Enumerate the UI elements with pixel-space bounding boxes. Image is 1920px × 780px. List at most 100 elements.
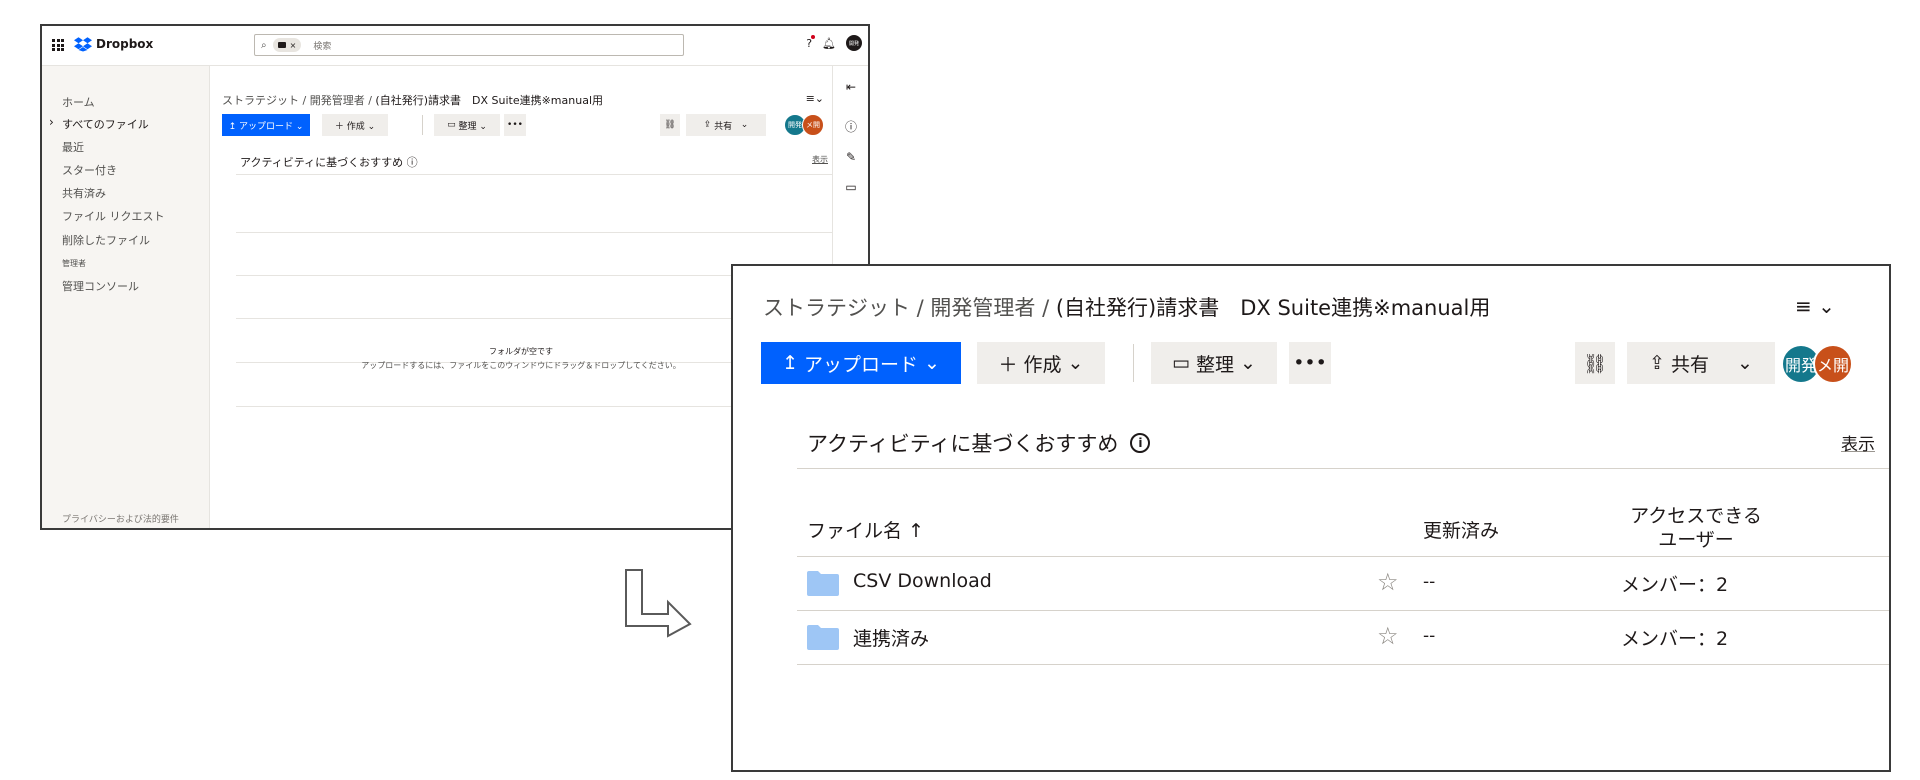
divider	[236, 174, 832, 175]
sidebar-item-starred[interactable]: スター付き	[62, 162, 117, 178]
share-button[interactable]: ⇪ 共有 ⌄	[1627, 342, 1775, 384]
plus-icon: ＋	[998, 353, 1018, 376]
search-input[interactable]: ⌕ × 検索	[254, 34, 684, 56]
upload-button[interactable]: ↥ アップロード ⌄	[761, 342, 961, 384]
breadcrumb-current: (自社発行)請求書 DX Suite連携※manual用	[375, 94, 603, 107]
chevron-down-icon: ⌄	[924, 352, 940, 374]
table-row[interactable]: 連携済み ☆ -- メンバー：2	[797, 612, 1889, 664]
recommendations-title: アクティビティに基づくおすすめ i	[807, 428, 1151, 458]
member-avatars[interactable]: 開発 メ開	[784, 114, 824, 136]
table-row[interactable]: CSV Download ☆ -- メンバー：2	[797, 558, 1889, 610]
breadcrumb-current: (自社発行)請求書 DX Suite連携※manual用	[1055, 296, 1491, 320]
copy-link-icon[interactable]: ⛓︎	[1575, 342, 1615, 384]
create-button[interactable]: ＋ 作成 ⌄	[977, 342, 1105, 384]
info-icon[interactable]: ⓘ	[407, 156, 418, 169]
column-header-name[interactable]: ファイル名 ↑	[807, 516, 924, 543]
column-header-modified[interactable]: 更新済み	[1423, 516, 1499, 543]
sidebar: ホーム すべてのファイル 最近 スター付き 共有済み ファイル リクエスト 削除…	[42, 66, 210, 528]
chip-close-icon[interactable]: ×	[290, 41, 297, 50]
chevron-down-icon: ⌄	[1240, 352, 1256, 374]
recommendations-show-link[interactable]: 表示	[1841, 430, 1875, 455]
more-button[interactable]: •••	[504, 114, 526, 136]
sidebar-section-admin: 管理者	[62, 259, 86, 268]
app-grid-icon[interactable]	[52, 39, 64, 51]
breadcrumb-parents[interactable]: ストラテジット / 開発管理者 /	[222, 94, 375, 107]
upload-icon: ↥	[782, 352, 798, 374]
sidebar-item-all-files[interactable]: すべてのファイル	[49, 115, 149, 132]
create-button[interactable]: ＋ 作成 ⌄	[322, 114, 388, 136]
info-icon[interactable]: i	[1130, 433, 1151, 453]
file-name[interactable]: 連携済み	[853, 624, 929, 651]
chevron-down-icon: ⌄	[1067, 352, 1084, 374]
upload-button[interactable]: ↥ アップロード ⌄	[222, 114, 310, 136]
column-header-access[interactable]: アクセスできる ユーザー	[1621, 504, 1771, 552]
pin-icon[interactable]: ✎	[833, 150, 868, 164]
collapse-panel-icon[interactable]: ⇤	[833, 80, 868, 94]
sidebar-item-shared[interactable]: 共有済み	[62, 185, 106, 201]
share-icon: ⇪	[1649, 352, 1665, 374]
search-icon: ⌕	[261, 39, 267, 51]
star-icon[interactable]: ☆	[1377, 568, 1399, 596]
sidebar-item-home[interactable]: ホーム	[62, 94, 95, 110]
share-label: 共有	[1670, 353, 1709, 376]
divider	[797, 468, 1889, 469]
column-header-access-line1: アクセスできる	[1630, 505, 1762, 527]
search-placeholder: 検索	[313, 41, 332, 52]
privacy-link[interactable]: プライバシーおよび法的要件	[62, 514, 192, 526]
share-button[interactable]: ⇪ 共有 ⌄	[686, 114, 766, 136]
folder-outline-icon: ▭	[447, 120, 459, 130]
dropbox-logo[interactable]: Dropbox	[74, 36, 153, 52]
top-right-icons: ? 🔔︎ 開発	[806, 34, 862, 51]
access-value: メンバー：2	[1621, 628, 1729, 650]
member-avatars[interactable]: 開発 メ開	[1781, 344, 1853, 384]
breadcrumb: ストラテジット / 開発管理者 / (自社発行)請求書 DX Suite連携※m…	[222, 92, 603, 108]
toolbar: ↥ アップロード ⌄ ＋ 作成 ⌄ ▭ 整理 ⌄ ••• ⛓︎ ⇪ 共有 ⌄ 開…	[222, 114, 824, 136]
chevron-down-icon: ⌄	[1737, 352, 1753, 374]
star-icon[interactable]: ☆	[1377, 622, 1399, 650]
share-icon: ⇪	[703, 120, 715, 130]
copy-link-icon[interactable]: ⛓︎	[660, 114, 680, 136]
bell-icon[interactable]: 🔔︎	[822, 37, 836, 50]
sidebar-item-recent[interactable]: 最近	[62, 139, 84, 155]
toolbar-divider	[422, 115, 423, 135]
info-panel-icon[interactable]: ⓘ	[833, 118, 868, 135]
zoom-arrow-icon	[625, 569, 692, 638]
avatar: メ開	[802, 114, 824, 136]
logo-text: Dropbox	[96, 37, 154, 51]
recommendations-title: アクティビティに基づくおすすめ ⓘ	[240, 154, 418, 170]
organize-button[interactable]: ▭ 整理 ⌄	[1151, 342, 1277, 384]
folder-icon	[277, 42, 286, 48]
upload-label: アップロード	[803, 353, 918, 376]
sidebar-item-deleted[interactable]: 削除したファイル	[62, 232, 150, 248]
sidebar-item-file-requests[interactable]: ファイル リクエスト	[62, 208, 165, 224]
column-header-access-line2: ユーザー	[1658, 529, 1734, 551]
avatar: メ開	[1813, 344, 1853, 384]
file-name[interactable]: CSV Download	[853, 570, 992, 592]
view-toggle-icon[interactable]: ≡⌄	[806, 92, 824, 105]
modified-value: --	[1423, 572, 1436, 592]
divider	[797, 610, 1889, 611]
share-caret-icon: ⌄	[740, 120, 749, 130]
help-icon[interactable]: ?	[806, 34, 816, 50]
dropbox-logo-icon	[74, 37, 92, 52]
screenshot-canvas: Dropbox ⌕ × 検索 ? 🔔︎ 開発 ホーム すべてのファイル 最近 ス…	[0, 0, 1920, 780]
sidebar-item-admin-console[interactable]: 管理コンソール	[62, 278, 139, 294]
divider	[797, 664, 1889, 665]
breadcrumb: ストラテジット / 開発管理者 / (自社発行)請求書 DX Suite連携※m…	[763, 292, 1490, 322]
top-bar: Dropbox ⌕ × 検索 ? 🔔︎ 開発	[42, 26, 868, 66]
view-toggle-icon[interactable]: ≡ ⌄	[1795, 294, 1835, 318]
toolbar-divider	[1133, 344, 1134, 382]
recommendations-show-link[interactable]: 表示	[812, 154, 828, 165]
folder-activity-icon[interactable]: ▭	[833, 180, 868, 194]
dropbox-window-zoomed: ストラテジット / 開発管理者 / (自社発行)請求書 DX Suite連携※m…	[731, 264, 1891, 772]
organize-label: 整理 ⌄	[458, 121, 487, 132]
recommendations-label: アクティビティに基づくおすすめ	[240, 156, 404, 169]
divider	[797, 556, 1889, 557]
search-scope-chip[interactable]: ×	[272, 38, 302, 52]
user-avatar[interactable]: 開発	[846, 35, 862, 51]
folder-outline-icon: ▭	[1172, 352, 1190, 374]
create-label: 作成	[1023, 353, 1062, 376]
organize-button[interactable]: ▭ 整理 ⌄	[434, 114, 500, 136]
more-button[interactable]: •••	[1289, 342, 1331, 384]
breadcrumb-parents[interactable]: ストラテジット / 開発管理者 /	[763, 296, 1056, 320]
